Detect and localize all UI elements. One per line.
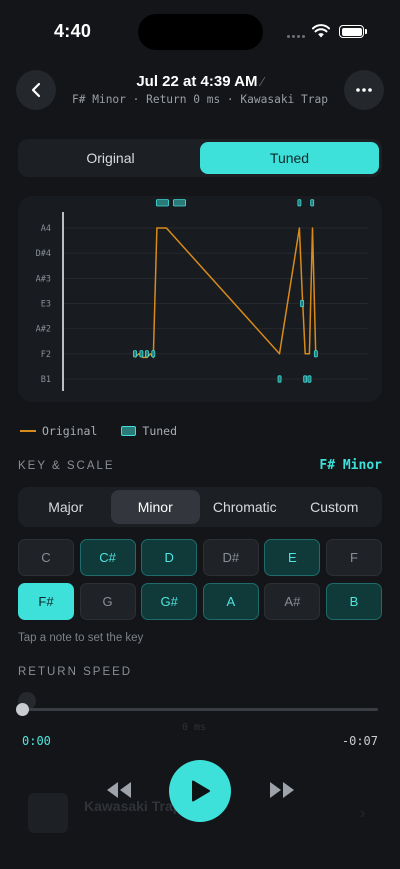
pitch-chart-svg: B1 F2 A#2 E3 A#3 D#4 A4 [36,199,368,391]
status-time: 4:40 [54,21,92,41]
note-button[interactable]: B [325,583,382,620]
elapsed-time: 0:00 [22,734,51,748]
track-title: Kawasaki Trap [84,798,182,814]
note-button[interactable]: C# [79,539,136,576]
take-subtitle: F# Minor · Return 0 ms · Kawasaki Trap [72,93,328,106]
tuned-note-mark [133,350,137,358]
pitch-chart: B1 F2 A#2 E3 A#3 D#4 A4 [18,196,382,402]
note-button[interactable]: A# [264,583,321,620]
y-tick-label: F2 [41,350,51,360]
note-button[interactable]: D [141,539,198,576]
note-grid: C C# D D# E F F# G G# A A# B [18,539,382,620]
view-toggle: Original Tuned [18,139,382,177]
tuned-note-mark [300,299,305,308]
scale-custom[interactable]: Custom [290,490,380,524]
note-button[interactable]: F# [18,583,74,620]
y-tick-label: E3 [41,300,51,310]
scale-selector: Major Minor Chromatic Custom [18,487,382,527]
edit-pencil-icon[interactable]: ∕ [262,74,264,89]
tuned-note-mark [310,199,315,207]
key-hint: Tap a note to set the key [18,632,144,644]
tab-tuned[interactable]: Tuned [200,142,379,174]
note-button[interactable]: G [79,583,136,620]
note-button[interactable]: C [18,539,74,576]
remaining-time: -0:07 [341,734,378,748]
tab-original[interactable]: Original [21,142,200,174]
scale-chromatic[interactable]: Chromatic [200,490,290,524]
key-scale-heading: KEY & SCALE [18,460,115,472]
tuned-note-mark [144,350,149,358]
back-chevron-icon [31,82,41,98]
tuned-note-mark [173,199,187,207]
note-button[interactable]: D# [202,539,259,576]
dynamic-island [138,14,263,50]
note-button[interactable]: A [202,583,259,620]
take-title: Jul 22 at 4:39 AM [136,73,258,90]
original-pitch-line [134,227,317,359]
tuned-note-mark [139,350,144,358]
more-options-button[interactable] [344,70,384,110]
battery-icon [339,25,367,38]
y-tick-label: B1 [41,375,51,385]
rewind-icon[interactable] [105,781,133,799]
more-icon [356,88,372,92]
scale-major[interactable]: Major [21,490,111,524]
legend-tuned-swatch [121,426,137,436]
tuned-note-mark [303,375,308,383]
tuned-note-mark [277,375,282,383]
note-button[interactable]: F [325,539,382,576]
status-bar: 4:40 [0,0,400,60]
back-button[interactable] [16,70,56,110]
y-tick-label: A4 [41,224,51,234]
tuned-note-mark [297,199,302,207]
wifi-icon [312,24,330,38]
tuned-note-mark [307,375,312,383]
key-scale-value: F# Minor [319,458,382,473]
tuned-note-mark [155,199,169,207]
note-button[interactable]: E [264,539,321,576]
track-artwork [28,793,68,833]
note-button[interactable]: G# [141,583,198,620]
y-tick-label: D#4 [36,249,51,259]
return-speed-value: 0 ms [182,722,207,733]
play-button[interactable] [169,760,231,822]
fast-forward-icon[interactable] [268,781,296,799]
return-speed-heading: RETURN SPEED [18,666,133,678]
legend-original-swatch [20,430,36,432]
y-tick-label: A#2 [36,325,51,335]
legend-original-label: Original [42,424,98,438]
play-icon [192,780,210,802]
chart-legend: Original Tuned [20,424,177,438]
tuned-note-mark [151,350,156,358]
page-title[interactable]: Jul 22 at 4:39 AM ∕ [70,73,330,90]
scale-minor[interactable]: Minor [110,490,200,524]
tuned-note-mark [313,350,318,358]
legend-tuned-label: Tuned [142,424,178,438]
chevron-right-icon: › [360,805,366,822]
return-speed-thumb[interactable] [16,703,29,716]
y-tick-label: A#3 [36,274,51,284]
signal-icon [287,35,305,38]
return-speed-slider[interactable] [22,708,378,711]
